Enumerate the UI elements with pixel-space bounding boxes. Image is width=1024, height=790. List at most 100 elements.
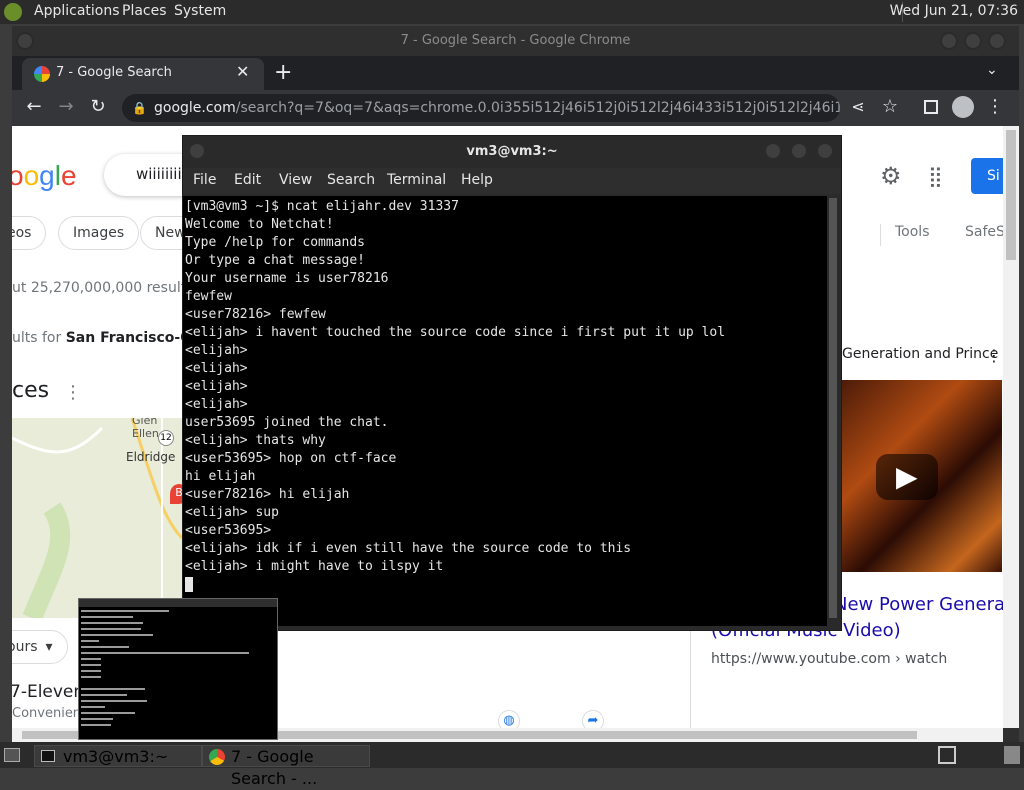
close-window-icon[interactable] [988, 32, 1006, 50]
video-more-icon[interactable]: ⋮ [986, 346, 1002, 365]
results-count: ut 25,270,000,000 results ( [12, 280, 204, 296]
terminal-line: [vm3@vm3 ~]$ ncat elijahr.dev 31337 [185, 199, 459, 214]
hours-label: ours [12, 639, 38, 655]
terminal-maximize-icon[interactable] [790, 142, 808, 160]
terminal-line: <elijah> [185, 361, 248, 376]
video-heading[interactable]: Generation and Prince [842, 346, 998, 362]
map[interactable]: Glen Ellen Eldridge 12 B [12, 418, 182, 618]
menu-search[interactable]: Search [327, 172, 375, 188]
terminal-line: Or type a chat message! [185, 253, 366, 268]
chrome-menu-icon[interactable]: ⋮ [983, 97, 1007, 117]
more-options-icon[interactable]: ⋮ [64, 382, 82, 403]
bookmark-star-icon[interactable]: ☆ [878, 97, 902, 117]
terminal-cursor [185, 577, 193, 592]
window-menu-icon[interactable] [16, 32, 34, 50]
top-panel: Applications Places System Wed Jun 21, 0… [0, 0, 1024, 24]
terminal-preview-thumbnail[interactable] [78, 598, 278, 740]
terminal-line: user53695 joined the chat. [185, 415, 389, 430]
distro-logo-icon[interactable] [4, 3, 22, 21]
video-title[interactable]: New Power Genera [834, 594, 1005, 615]
map-pin-icon[interactable]: B [170, 484, 182, 504]
terminal-menubar: File Edit View Search Terminal Help [183, 168, 841, 194]
menu-help[interactable]: Help [461, 172, 493, 188]
places-heading: ces [12, 378, 50, 403]
trash-icon[interactable] [1004, 746, 1020, 764]
terminal-titlebar[interactable]: vm3@vm3:~ [183, 136, 841, 168]
tab-images[interactable]: Images [58, 216, 140, 250]
route-marker: 12 [158, 430, 174, 446]
play-button[interactable]: ▶ [876, 454, 938, 500]
terminal-line: fewfew [185, 289, 232, 304]
terminal-window-menu-icon[interactable] [188, 142, 206, 160]
map-label-eldridge: Eldridge [126, 450, 176, 464]
result-title[interactable]: 7-Eleven [12, 682, 84, 702]
google-logo[interactable]: oogle [12, 160, 77, 192]
terminal-output[interactable]: [vm3@vm3 ~]$ ncat elijahr.dev 31337 Welco… [183, 196, 827, 626]
terminal-app-icon [41, 750, 55, 762]
terminal-line: <elijah> i might have to ilspy it [185, 559, 444, 574]
menu-file[interactable]: File [193, 172, 216, 188]
maximize-icon[interactable] [964, 32, 982, 50]
url-domain: google.com [154, 100, 236, 116]
close-tab-icon[interactable]: ✕ [236, 62, 249, 81]
filter-divider [880, 224, 881, 246]
tools-button[interactable]: Tools [895, 224, 930, 240]
vertical-scroll-thumb[interactable] [1006, 130, 1016, 260]
side-panel-icon[interactable] [924, 100, 938, 114]
url-path: /search?q=7&oq=7&aqs=chrome.0.0i355i512j… [235, 100, 840, 116]
terminal-line: <elijah> [185, 343, 248, 358]
tab-search-chevron-icon[interactable]: ⌄ [986, 62, 998, 78]
terminal-scroll-thumb[interactable] [829, 198, 837, 618]
terminal-scrollbar[interactable] [827, 196, 839, 626]
google-favicon-icon [34, 66, 50, 82]
menu-view[interactable]: View [279, 172, 312, 188]
chrome-window-title: 7 - Google Search - Google Chrome [400, 33, 631, 48]
video-url: https://www.youtube.com › watch [711, 651, 948, 667]
minimize-icon[interactable] [940, 32, 958, 50]
website-icon[interactable]: ◍ [498, 710, 520, 728]
reload-icon[interactable]: ↻ [86, 97, 110, 117]
taskbar-item-chrome[interactable]: 7 - Google Search - ... [202, 745, 370, 788]
map-roads [12, 418, 182, 618]
terminal-close-icon[interactable] [816, 142, 834, 160]
terminal-line: <elijah> i havent touched the source cod… [185, 325, 726, 340]
settings-gear-icon[interactable]: ⚙ [880, 162, 902, 190]
results-for-prefix: ults for [12, 330, 62, 346]
video-thumbnail[interactable]: ▶ [838, 380, 1002, 572]
new-tab-icon[interactable]: + [274, 60, 292, 85]
clock[interactable]: Wed Jun 21, 07:36 [890, 3, 1018, 19]
places-menu[interactable]: Places [122, 3, 167, 19]
terminal-minimize-icon[interactable] [764, 142, 782, 160]
address-bar[interactable]: 🔒 google.com/search?q=7&oq=7&aqs=chrome.0… [122, 94, 840, 122]
chrome-titlebar[interactable]: 7 - Google Search - Google Chrome [12, 26, 1019, 56]
hours-filter[interactable]: ours▾ [12, 630, 68, 664]
directions-icon[interactable]: ➦ [582, 710, 604, 728]
vertical-scrollbar[interactable] [1003, 126, 1019, 728]
apps-grid-icon[interactable]: ⣿ [928, 164, 943, 188]
back-icon[interactable]: ← [22, 97, 46, 117]
search-query: wiiiiiiiii [136, 165, 186, 183]
share-icon[interactable]: ⋖ [846, 97, 870, 117]
taskbar-item-terminal[interactable]: vm3@vm3:~ [34, 745, 202, 767]
system-menu[interactable]: System [174, 3, 226, 19]
terminal-line: <user78216> hi elijah [185, 487, 350, 502]
terminal-line: hi elijah [185, 469, 256, 484]
result-subtitle: Convenienc [12, 706, 89, 721]
lock-icon: 🔒 [132, 101, 147, 115]
workspace-switcher-icon[interactable] [938, 746, 956, 764]
tab-google-search[interactable]: 7 - Google Search ✕ [22, 58, 264, 90]
applications-menu[interactable]: Applications [34, 3, 120, 19]
terminal-line: <user78216> fewfew [185, 307, 326, 322]
terminal-line: <user53695> hop on ctf-face [185, 451, 397, 466]
show-desktop-icon[interactable] [4, 748, 20, 762]
menu-edit[interactable]: Edit [234, 172, 261, 188]
tab-videos[interactable]: eos [12, 216, 47, 250]
terminal-line: <elijah> [185, 397, 248, 412]
forward-icon[interactable]: → [54, 97, 78, 117]
profile-avatar-icon[interactable] [952, 96, 974, 118]
tab-title: 7 - Google Search [56, 65, 172, 80]
menu-terminal[interactable]: Terminal [387, 172, 446, 188]
safesearch-button[interactable]: SafeS [965, 224, 1005, 240]
terminal-line: Welcome to Netchat! [185, 217, 334, 232]
preview-menubar [79, 599, 277, 607]
